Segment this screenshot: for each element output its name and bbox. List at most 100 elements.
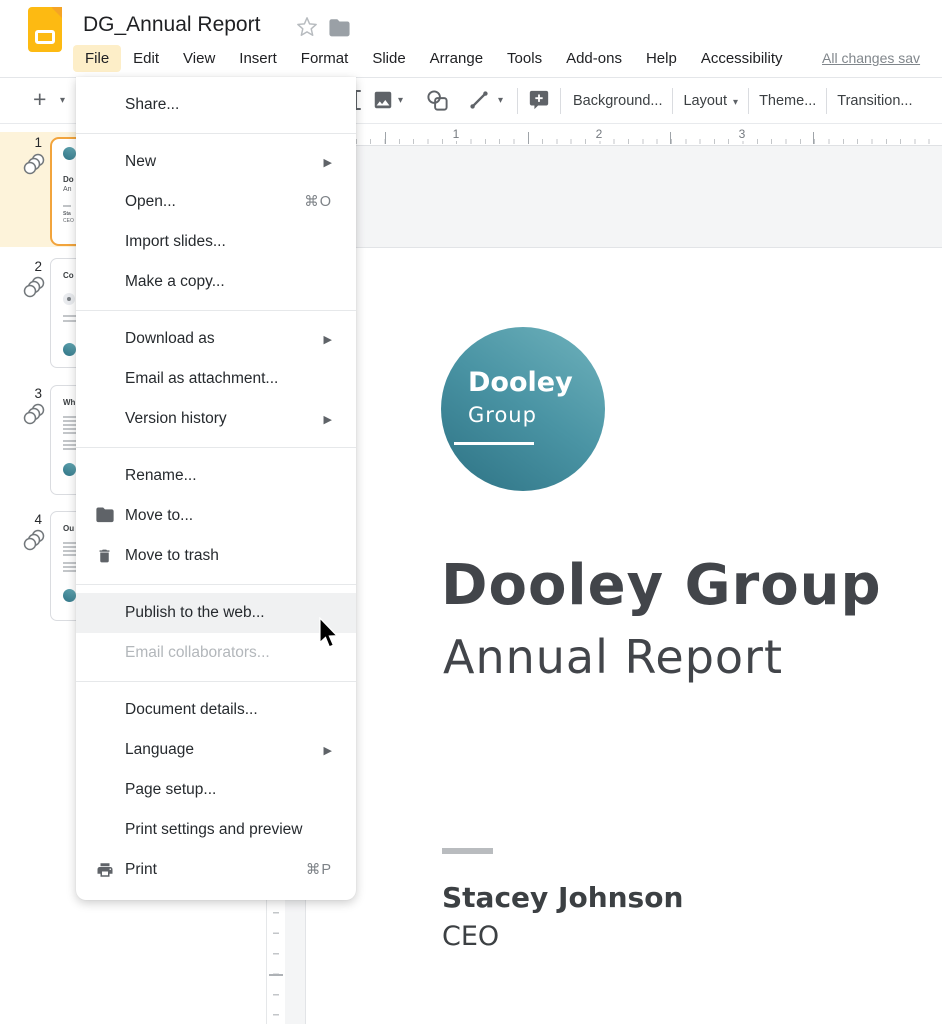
menu-edit[interactable]: Edit [121,45,171,72]
new-slide-caret-icon[interactable]: ▾ [60,95,65,106]
slide-editor-page[interactable]: Dooley Group Dooley Group Annual Report … [305,247,942,1024]
ruler-tick [813,132,814,144]
document-title[interactable]: DG_Annual Report [83,13,260,37]
menu-view[interactable]: View [171,45,227,72]
menu-item-page-setup[interactable]: Page setup... [76,770,356,810]
dooley-group-logo[interactable]: Dooley Group [441,327,605,491]
thumb-dash [63,205,71,207]
transition-circles-icon[interactable] [23,529,45,551]
thumb-role: CEO [63,218,74,224]
slide-subtitle-textbox[interactable]: Annual Report [443,630,783,684]
insert-image-icon[interactable] [372,89,394,111]
slide-number: 2 [18,259,42,274]
menu-format[interactable]: Format [289,45,361,72]
toolbar-separator [517,88,518,114]
thumb-title: Ou [63,524,74,533]
star-icon[interactable] [296,16,318,38]
new-slide-button[interactable]: + [33,86,46,113]
mouse-cursor [318,617,340,649]
menu-item-document-details[interactable]: Document details... [76,690,356,730]
shortcut-label: ⌘P [306,862,332,878]
menu-item-move-to[interactable]: Move to... [76,496,356,536]
toolbar-separator [560,88,561,114]
menu-insert[interactable]: Insert [227,45,289,72]
slide-number: 1 [18,135,42,150]
toolbar-text-buttons: Background... Layout▾ Theme... Transitio… [563,78,923,123]
menu-item-open[interactable]: Open...⌘O [76,182,356,222]
submenu-arrow-icon: ▶ [324,333,332,346]
slide-role-textbox[interactable]: CEO [442,921,499,952]
menu-item-rename[interactable]: Rename... [76,456,356,496]
thumb-logo-circle [63,589,76,602]
thumb-logo-circle [63,343,76,356]
menu-divider [76,133,356,134]
ruler-tick [385,132,386,144]
menu-arrange[interactable]: Arrange [418,45,495,72]
horizontal-ruler: 1 2 3 [267,124,942,146]
menu-item-move-to-trash[interactable]: Move to trash [76,536,356,576]
google-slides-logo[interactable] [28,7,62,52]
logo-text-line1: Dooley [468,367,573,398]
menu-tools[interactable]: Tools [495,45,554,72]
menu-item-share[interactable]: Share... [76,85,356,125]
menu-item-publish-to-web[interactable]: Publish to the web... [76,593,356,633]
slide-number: 3 [18,386,42,401]
add-comment-icon[interactable] [528,89,550,111]
menu-item-new[interactable]: New▶ [76,142,356,182]
line-caret-icon[interactable]: ▾ [498,95,503,106]
save-status[interactable]: All changes sav [822,50,920,66]
thumb-title: Do [63,175,74,184]
thumb-icon-circle [63,293,75,305]
slide-title-textbox[interactable]: Dooley Group [441,553,882,618]
menu-item-print-settings[interactable]: Print settings and preview [76,810,356,850]
menu-item-label: Print [125,861,157,879]
menu-item-download-as[interactable]: Download as ▶ [76,319,356,359]
transition-circles-icon[interactable] [23,153,45,175]
menu-item-version-history[interactable]: Version history▶ [76,399,356,439]
layout-label: Layout [683,93,727,109]
menu-bar: File Edit View Insert Format Slide Arran… [73,45,795,72]
ruler-tick [269,974,283,976]
slide-author-textbox[interactable]: Stacey Johnson [442,881,683,914]
shape-icon[interactable] [426,89,449,112]
background-button[interactable]: Background... [563,93,672,109]
transition-circles-icon[interactable] [23,403,45,425]
menu-divider [76,447,356,448]
menu-item-make-a-copy[interactable]: Make a copy... [76,262,356,302]
ruler-tick [528,132,529,144]
image-caret-icon[interactable]: ▾ [398,95,403,106]
menu-file[interactable]: File [73,45,121,72]
menu-item-print[interactable]: Print ⌘P [76,850,356,890]
ruler-number: 3 [735,127,750,141]
layout-button[interactable]: Layout▾ [673,93,748,109]
menu-divider [76,681,356,682]
menu-item-label: Language [125,741,194,759]
menu-item-label: Download as [125,330,215,348]
shortcut-label: ⌘O [304,194,332,210]
transition-circles-icon[interactable] [23,276,45,298]
menu-item-language[interactable]: Language▶ [76,730,356,770]
menu-item-label: Version history [125,410,227,428]
menu-divider [76,584,356,585]
menu-item-import-slides[interactable]: Import slides... [76,222,356,262]
thumb-title: Co [63,271,74,280]
menu-item-email-collaborators: Email collaborators... [76,633,356,673]
line-tool-icon[interactable] [468,89,490,111]
thumb-subtitle: An [63,186,72,193]
ruler-tick [670,132,671,144]
menu-item-email-as-attachment[interactable]: Email as attachment... [76,359,356,399]
menu-item-label: Move to... [125,507,193,525]
google-slides-app: Dooley Group Dooley Group Annual Report … [0,0,942,1024]
transition-button[interactable]: Transition... [827,93,922,109]
menu-divider [76,310,356,311]
menu-addons[interactable]: Add-ons [554,45,634,72]
thumb-author: Sta [63,211,71,217]
move-folder-icon[interactable] [329,19,350,37]
menu-accessibility[interactable]: Accessibility [689,45,795,72]
submenu-arrow-icon: ▶ [324,156,332,169]
menu-help[interactable]: Help [634,45,689,72]
slide-canvas[interactable]: Dooley Group Dooley Group Annual Report … [285,124,942,1024]
menu-slide[interactable]: Slide [360,45,417,72]
thumb-logo-circle [63,147,76,160]
theme-button[interactable]: Theme... [749,93,826,109]
